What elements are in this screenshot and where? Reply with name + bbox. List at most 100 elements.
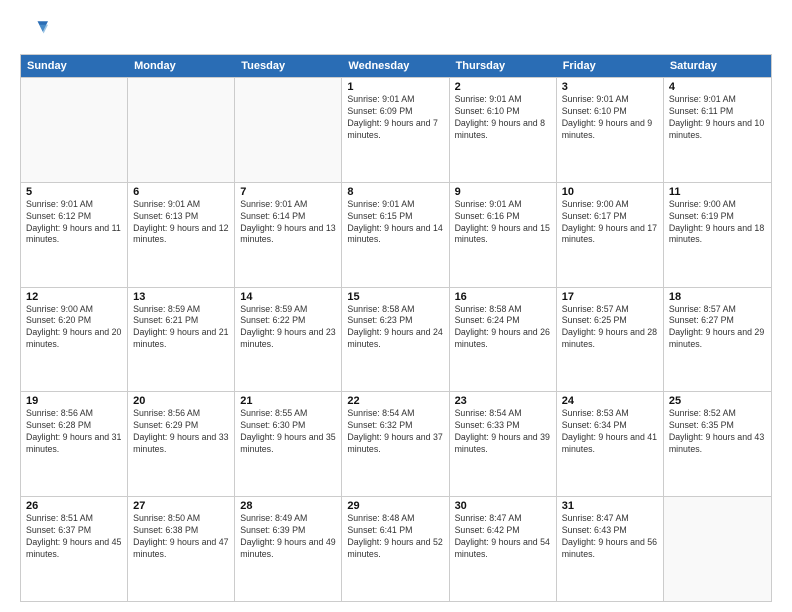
- day-number: 21: [240, 395, 336, 407]
- logo: [20, 16, 52, 44]
- day-number: 31: [562, 500, 658, 512]
- day-info: Sunrise: 9:01 AM Sunset: 6:15 PM Dayligh…: [347, 199, 443, 247]
- weekday-header: Wednesday: [342, 55, 449, 77]
- day-info: Sunrise: 8:53 AM Sunset: 6:34 PM Dayligh…: [562, 408, 658, 456]
- logo-icon: [20, 16, 48, 44]
- day-number: 29: [347, 500, 443, 512]
- day-number: 11: [669, 186, 766, 198]
- calendar: SundayMondayTuesdayWednesdayThursdayFrid…: [20, 54, 772, 602]
- day-info: Sunrise: 8:58 AM Sunset: 6:24 PM Dayligh…: [455, 304, 551, 352]
- day-number: 8: [347, 186, 443, 198]
- calendar-cell: 6Sunrise: 9:01 AM Sunset: 6:13 PM Daylig…: [128, 183, 235, 287]
- calendar-cell: 24Sunrise: 8:53 AM Sunset: 6:34 PM Dayli…: [557, 392, 664, 496]
- calendar-cell: [235, 78, 342, 182]
- calendar-cell: [128, 78, 235, 182]
- weekday-header: Monday: [128, 55, 235, 77]
- calendar-cell: 28Sunrise: 8:49 AM Sunset: 6:39 PM Dayli…: [235, 497, 342, 601]
- day-info: Sunrise: 8:51 AM Sunset: 6:37 PM Dayligh…: [26, 513, 122, 561]
- day-number: 13: [133, 291, 229, 303]
- calendar-row: 12Sunrise: 9:00 AM Sunset: 6:20 PM Dayli…: [21, 287, 771, 392]
- day-info: Sunrise: 9:00 AM Sunset: 6:19 PM Dayligh…: [669, 199, 766, 247]
- calendar-cell: 13Sunrise: 8:59 AM Sunset: 6:21 PM Dayli…: [128, 288, 235, 392]
- day-number: 26: [26, 500, 122, 512]
- day-info: Sunrise: 8:54 AM Sunset: 6:32 PM Dayligh…: [347, 408, 443, 456]
- day-number: 22: [347, 395, 443, 407]
- day-info: Sunrise: 9:00 AM Sunset: 6:20 PM Dayligh…: [26, 304, 122, 352]
- day-number: 14: [240, 291, 336, 303]
- calendar-cell: 7Sunrise: 9:01 AM Sunset: 6:14 PM Daylig…: [235, 183, 342, 287]
- day-number: 25: [669, 395, 766, 407]
- day-number: 23: [455, 395, 551, 407]
- day-info: Sunrise: 8:57 AM Sunset: 6:25 PM Dayligh…: [562, 304, 658, 352]
- day-number: 19: [26, 395, 122, 407]
- day-number: 30: [455, 500, 551, 512]
- calendar-row: 26Sunrise: 8:51 AM Sunset: 6:37 PM Dayli…: [21, 496, 771, 601]
- calendar-body: 1Sunrise: 9:01 AM Sunset: 6:09 PM Daylig…: [21, 77, 771, 601]
- day-info: Sunrise: 8:58 AM Sunset: 6:23 PM Dayligh…: [347, 304, 443, 352]
- weekday-header: Thursday: [450, 55, 557, 77]
- calendar-cell: [21, 78, 128, 182]
- calendar-row: 1Sunrise: 9:01 AM Sunset: 6:09 PM Daylig…: [21, 77, 771, 182]
- day-info: Sunrise: 8:59 AM Sunset: 6:22 PM Dayligh…: [240, 304, 336, 352]
- day-number: 2: [455, 81, 551, 93]
- calendar-row: 5Sunrise: 9:01 AM Sunset: 6:12 PM Daylig…: [21, 182, 771, 287]
- header: [20, 16, 772, 44]
- day-info: Sunrise: 9:01 AM Sunset: 6:16 PM Dayligh…: [455, 199, 551, 247]
- calendar-cell: 16Sunrise: 8:58 AM Sunset: 6:24 PM Dayli…: [450, 288, 557, 392]
- day-info: Sunrise: 9:00 AM Sunset: 6:17 PM Dayligh…: [562, 199, 658, 247]
- day-info: Sunrise: 9:01 AM Sunset: 6:10 PM Dayligh…: [562, 94, 658, 142]
- day-number: 10: [562, 186, 658, 198]
- calendar-cell: 2Sunrise: 9:01 AM Sunset: 6:10 PM Daylig…: [450, 78, 557, 182]
- day-number: 18: [669, 291, 766, 303]
- calendar-cell: [664, 497, 771, 601]
- day-info: Sunrise: 8:50 AM Sunset: 6:38 PM Dayligh…: [133, 513, 229, 561]
- calendar-cell: 30Sunrise: 8:47 AM Sunset: 6:42 PM Dayli…: [450, 497, 557, 601]
- day-number: 15: [347, 291, 443, 303]
- calendar-cell: 15Sunrise: 8:58 AM Sunset: 6:23 PM Dayli…: [342, 288, 449, 392]
- calendar-cell: 11Sunrise: 9:00 AM Sunset: 6:19 PM Dayli…: [664, 183, 771, 287]
- day-info: Sunrise: 9:01 AM Sunset: 6:14 PM Dayligh…: [240, 199, 336, 247]
- calendar-cell: 3Sunrise: 9:01 AM Sunset: 6:10 PM Daylig…: [557, 78, 664, 182]
- day-info: Sunrise: 8:47 AM Sunset: 6:42 PM Dayligh…: [455, 513, 551, 561]
- calendar-cell: 20Sunrise: 8:56 AM Sunset: 6:29 PM Dayli…: [128, 392, 235, 496]
- day-info: Sunrise: 9:01 AM Sunset: 6:11 PM Dayligh…: [669, 94, 766, 142]
- day-info: Sunrise: 8:55 AM Sunset: 6:30 PM Dayligh…: [240, 408, 336, 456]
- calendar-cell: 14Sunrise: 8:59 AM Sunset: 6:22 PM Dayli…: [235, 288, 342, 392]
- calendar-cell: 4Sunrise: 9:01 AM Sunset: 6:11 PM Daylig…: [664, 78, 771, 182]
- page: SundayMondayTuesdayWednesdayThursdayFrid…: [0, 0, 792, 612]
- calendar-cell: 18Sunrise: 8:57 AM Sunset: 6:27 PM Dayli…: [664, 288, 771, 392]
- weekday-header: Saturday: [664, 55, 771, 77]
- day-number: 6: [133, 186, 229, 198]
- day-number: 16: [455, 291, 551, 303]
- day-info: Sunrise: 8:54 AM Sunset: 6:33 PM Dayligh…: [455, 408, 551, 456]
- day-info: Sunrise: 8:56 AM Sunset: 6:28 PM Dayligh…: [26, 408, 122, 456]
- calendar-header: SundayMondayTuesdayWednesdayThursdayFrid…: [21, 55, 771, 77]
- day-info: Sunrise: 9:01 AM Sunset: 6:10 PM Dayligh…: [455, 94, 551, 142]
- calendar-cell: 31Sunrise: 8:47 AM Sunset: 6:43 PM Dayli…: [557, 497, 664, 601]
- calendar-cell: 21Sunrise: 8:55 AM Sunset: 6:30 PM Dayli…: [235, 392, 342, 496]
- day-number: 3: [562, 81, 658, 93]
- day-info: Sunrise: 9:01 AM Sunset: 6:09 PM Dayligh…: [347, 94, 443, 142]
- day-info: Sunrise: 8:57 AM Sunset: 6:27 PM Dayligh…: [669, 304, 766, 352]
- day-number: 20: [133, 395, 229, 407]
- calendar-cell: 25Sunrise: 8:52 AM Sunset: 6:35 PM Dayli…: [664, 392, 771, 496]
- day-number: 27: [133, 500, 229, 512]
- day-info: Sunrise: 8:59 AM Sunset: 6:21 PM Dayligh…: [133, 304, 229, 352]
- day-info: Sunrise: 9:01 AM Sunset: 6:13 PM Dayligh…: [133, 199, 229, 247]
- day-info: Sunrise: 8:47 AM Sunset: 6:43 PM Dayligh…: [562, 513, 658, 561]
- calendar-row: 19Sunrise: 8:56 AM Sunset: 6:28 PM Dayli…: [21, 391, 771, 496]
- day-number: 12: [26, 291, 122, 303]
- day-number: 4: [669, 81, 766, 93]
- calendar-cell: 26Sunrise: 8:51 AM Sunset: 6:37 PM Dayli…: [21, 497, 128, 601]
- calendar-cell: 22Sunrise: 8:54 AM Sunset: 6:32 PM Dayli…: [342, 392, 449, 496]
- day-number: 5: [26, 186, 122, 198]
- day-number: 28: [240, 500, 336, 512]
- day-info: Sunrise: 9:01 AM Sunset: 6:12 PM Dayligh…: [26, 199, 122, 247]
- day-number: 24: [562, 395, 658, 407]
- weekday-header: Sunday: [21, 55, 128, 77]
- weekday-header: Friday: [557, 55, 664, 77]
- calendar-cell: 29Sunrise: 8:48 AM Sunset: 6:41 PM Dayli…: [342, 497, 449, 601]
- calendar-cell: 5Sunrise: 9:01 AM Sunset: 6:12 PM Daylig…: [21, 183, 128, 287]
- day-info: Sunrise: 8:49 AM Sunset: 6:39 PM Dayligh…: [240, 513, 336, 561]
- calendar-cell: 9Sunrise: 9:01 AM Sunset: 6:16 PM Daylig…: [450, 183, 557, 287]
